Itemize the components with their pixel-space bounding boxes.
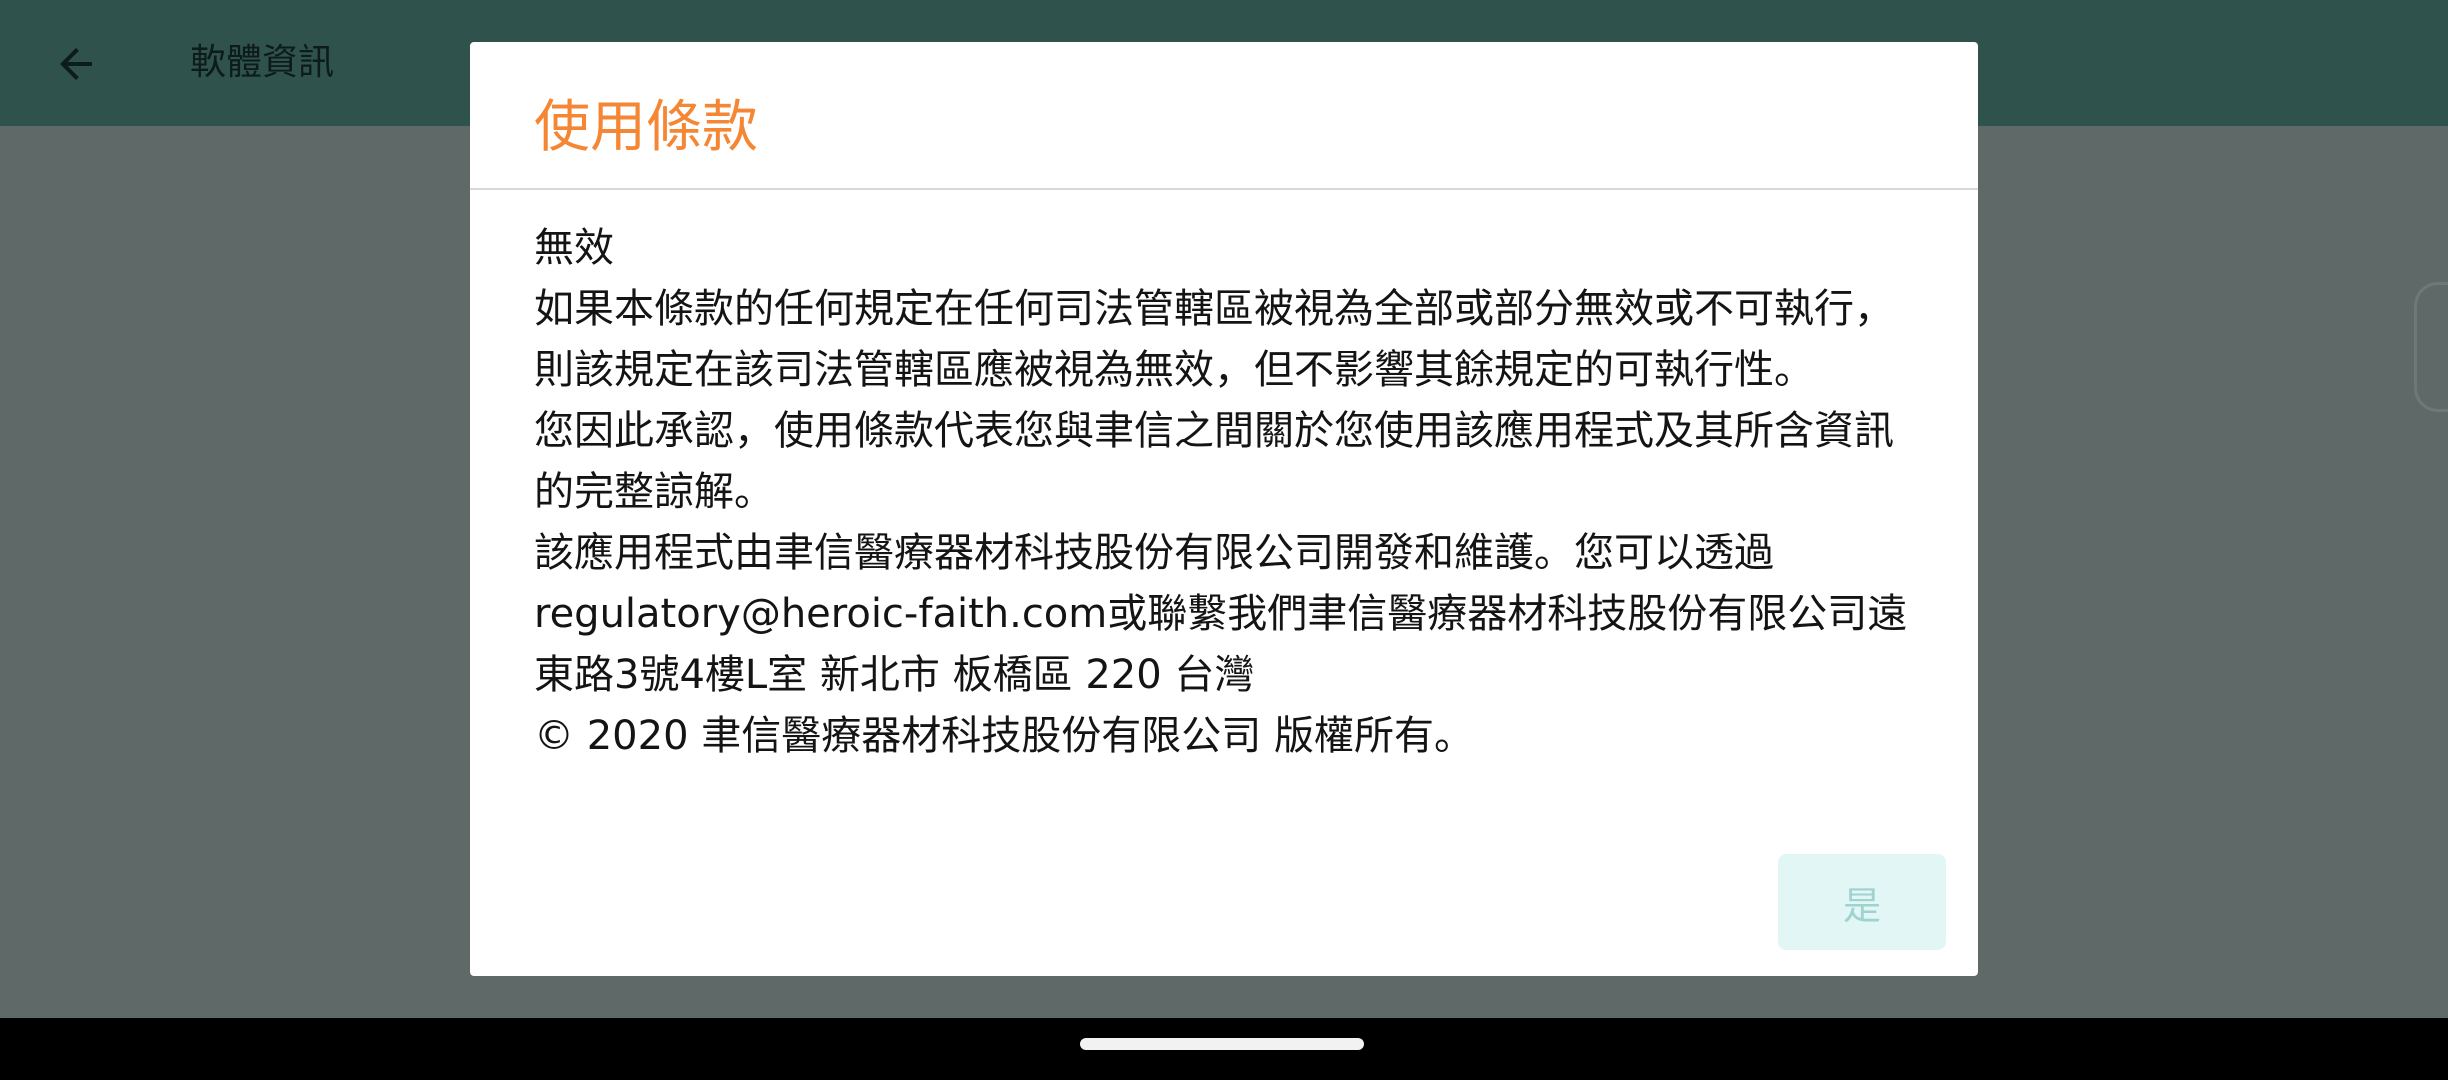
- terms-paragraph: 無效: [534, 225, 614, 271]
- dialog-body[interactable]: 無效 如果本條款的任何規定在任何司法管轄區被視為全部或部分無效或不可執行，則該規…: [534, 218, 1924, 767]
- dialog-header: 使用條款: [470, 42, 1978, 190]
- home-gesture-handle[interactable]: [1080, 1038, 1364, 1050]
- dialog-title: 使用條款: [534, 95, 758, 160]
- terms-paragraph: 該應用程式由聿信醫療器材科技股份有限公司開發和維護。您可以透過regulator…: [534, 530, 1908, 698]
- page-title: 軟體資訊: [190, 42, 335, 83]
- arrow-left-icon: [60, 48, 92, 80]
- terms-dialog: 使用條款 無效 如果本條款的任何規定在任何司法管轄區被視為全部或部分無效或不可執…: [470, 42, 1978, 976]
- terms-paragraph: 如果本條款的任何規定在任何司法管轄區被視為全部或部分無效或不可執行，則該規定在該…: [534, 286, 1894, 393]
- side-drawer-handle[interactable]: [2414, 282, 2448, 412]
- terms-paragraph: 您因此承認，使用條款代表您與聿信之間關於您使用該應用程式及其所含資訊的完整諒解。: [534, 408, 1894, 515]
- dialog-actions: 是: [1778, 854, 1946, 950]
- back-button[interactable]: [40, 28, 112, 100]
- terms-paragraph: © 2020 聿信醫療器材科技股份有限公司 版權所有。: [534, 713, 1474, 759]
- confirm-button[interactable]: 是: [1778, 854, 1946, 950]
